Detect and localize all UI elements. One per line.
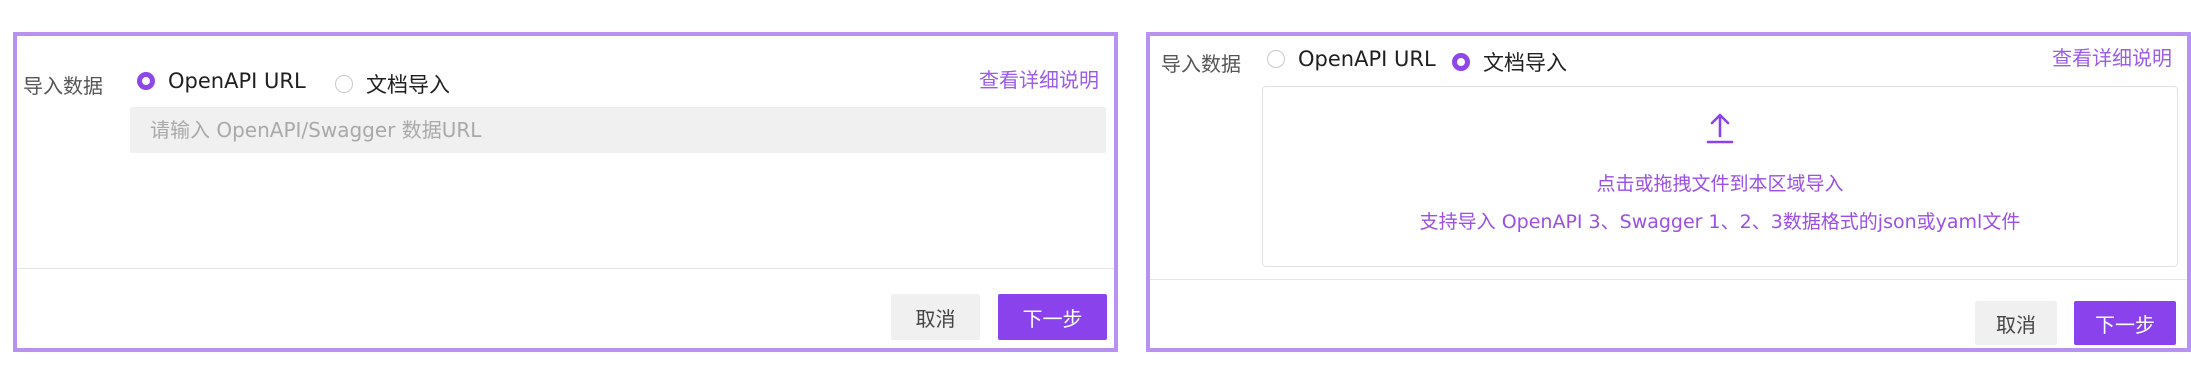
- next-step-button[interactable]: 下一步: [2074, 301, 2176, 345]
- radio-document-import[interactable]: 文档导入: [335, 69, 450, 99]
- upload-hint-primary: 点击或拖拽文件到本区域导入: [1596, 173, 1844, 195]
- footer-divider: [1150, 279, 2187, 280]
- file-upload-dropzone[interactable]: 点击或拖拽文件到本区域导入 支持导入 OpenAPI 3、Swagger 1、2…: [1262, 86, 2178, 267]
- radio-openapi-url[interactable]: OpenAPI URL: [137, 69, 306, 93]
- url-import-panel: 导入数据 OpenAPI URL 文档导入 查看详细说明 取消 下一步: [13, 32, 1118, 352]
- radio-openapi-url[interactable]: OpenAPI URL: [1267, 47, 1436, 71]
- import-data-label: 导入数据: [23, 74, 103, 98]
- radio-unselected-icon: [1267, 50, 1285, 68]
- radio-label: 文档导入: [1483, 51, 1567, 75]
- radio-document-import[interactable]: 文档导入: [1452, 47, 1567, 77]
- view-details-link[interactable]: 查看详细说明: [2052, 42, 2172, 71]
- radio-label: OpenAPI URL: [168, 69, 306, 93]
- radio-selected-icon: [137, 72, 155, 90]
- radio-selected-icon: [1452, 53, 1470, 71]
- import-data-label: 导入数据: [1161, 52, 1241, 76]
- cancel-button[interactable]: 取消: [891, 294, 980, 340]
- footer-divider: [17, 268, 1114, 269]
- radio-unselected-icon: [335, 75, 353, 93]
- openapi-url-input[interactable]: [130, 107, 1106, 153]
- upload-icon: [1705, 111, 1735, 149]
- radio-label: OpenAPI URL: [1298, 47, 1436, 71]
- cancel-button[interactable]: 取消: [1975, 301, 2057, 345]
- view-details-link[interactable]: 查看详细说明: [979, 64, 1099, 93]
- upload-hint-formats: 支持导入 OpenAPI 3、Swagger 1、2、3数据格式的json或ya…: [1419, 211, 2021, 233]
- document-import-panel: 导入数据 OpenAPI URL 文档导入 查看详细说明 点击或拖拽文件到本区域…: [1146, 32, 2191, 352]
- radio-label: 文档导入: [366, 73, 450, 97]
- next-step-button[interactable]: 下一步: [998, 294, 1107, 340]
